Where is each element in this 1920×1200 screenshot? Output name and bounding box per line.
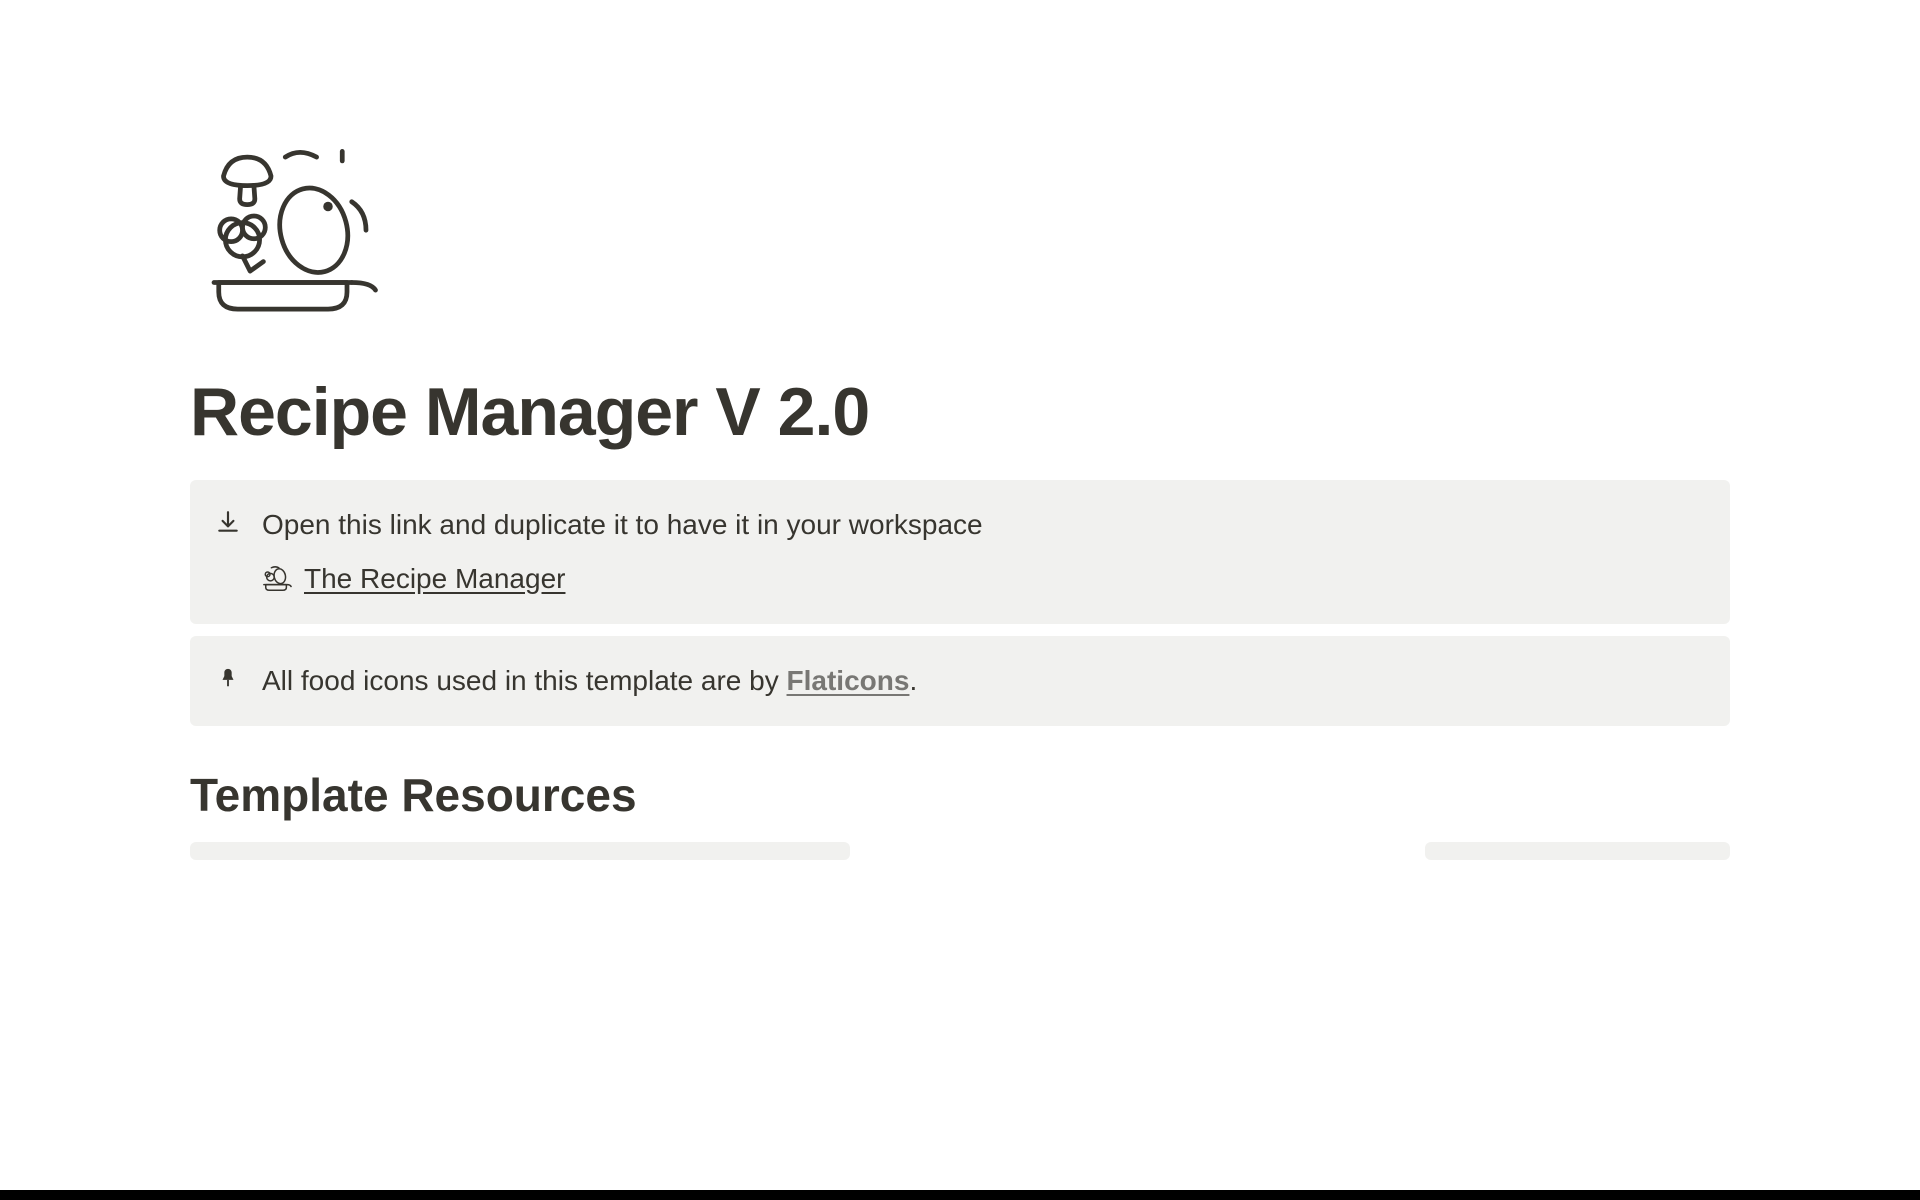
resource-cards-row [190, 842, 1730, 860]
resource-card[interactable] [1425, 842, 1730, 860]
flaticons-link[interactable]: Flaticons [787, 665, 910, 696]
attribution-prefix: All food icons used in this template are… [262, 665, 787, 696]
callout-attribution: All food icons used in this template are… [190, 636, 1730, 726]
download-icon [214, 508, 242, 536]
pin-icon [214, 664, 242, 692]
attribution-suffix: . [909, 665, 917, 696]
callout-attribution-content: All food icons used in this template are… [262, 660, 1706, 702]
callout-duplicate-content: Open this link and duplicate it to have … [262, 504, 1706, 600]
callout-duplicate: Open this link and duplicate it to have … [190, 480, 1730, 624]
template-resources-heading: Template Resources [190, 768, 1730, 822]
resource-card[interactable] [190, 842, 850, 860]
page-container: Recipe Manager V 2.0 Open this link and … [0, 0, 1920, 860]
callout-duplicate-link-row: The Recipe Manager [262, 558, 1706, 600]
recipe-page-icon [262, 564, 292, 594]
callout-duplicate-text: Open this link and duplicate it to have … [262, 504, 1706, 546]
cooking-pan-icon [195, 140, 1730, 335]
recipe-manager-link[interactable]: The Recipe Manager [304, 558, 565, 600]
bottom-bar [0, 1190, 1920, 1200]
page-title: Recipe Manager V 2.0 [190, 375, 1730, 450]
